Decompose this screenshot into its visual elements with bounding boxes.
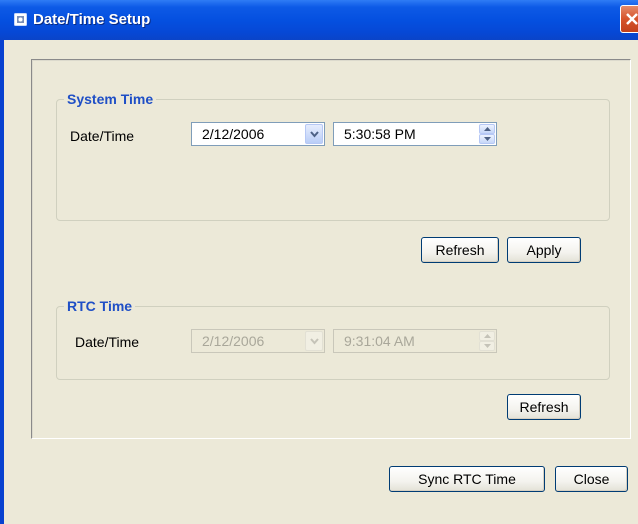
system-date-value: 2/12/2006: [202, 126, 265, 142]
system-time-spin: [479, 124, 495, 144]
spin-up-icon: [484, 334, 491, 338]
sync-rtc-time-button[interactable]: Sync RTC Time: [389, 466, 545, 492]
system-time-up-button[interactable]: [479, 124, 495, 134]
rtc-date-value: 2/12/2006: [202, 333, 265, 349]
rtc-date-dropdown-button: [305, 331, 323, 351]
rtc-time-down-button: [479, 341, 495, 351]
system-time-down-button[interactable]: [479, 134, 495, 144]
rtc-date-dropdown: 2/12/2006: [191, 329, 325, 353]
rtc-time-title: RTC Time: [64, 298, 136, 314]
spin-down-icon: [484, 137, 491, 141]
rtc-refresh-button[interactable]: Refresh: [507, 394, 581, 420]
window-icon: [14, 13, 27, 26]
system-time-title: System Time: [64, 91, 157, 107]
system-datetime-label: Date/Time: [70, 128, 135, 144]
title-bar[interactable]: Date/Time Setup: [0, 0, 638, 40]
chevron-down-icon: [310, 338, 319, 345]
rtc-time-value: 9:31:04 AM: [344, 333, 415, 349]
rtc-time-up-button: [479, 331, 495, 341]
rtc-time-stepper: 9:31:04 AM: [333, 329, 497, 353]
system-time-stepper[interactable]: 5:30:58 PM: [333, 122, 497, 146]
window-close-button[interactable]: [620, 5, 638, 33]
system-time-value: 5:30:58 PM: [344, 126, 416, 142]
rtc-datetime-label: Date/Time: [75, 334, 140, 350]
spin-down-icon: [484, 344, 491, 348]
system-date-dropdown[interactable]: 2/12/2006: [191, 122, 325, 146]
system-refresh-button[interactable]: Refresh: [421, 237, 499, 263]
system-time-group: [56, 99, 610, 221]
chevron-down-icon: [310, 131, 319, 138]
window-title: Date/Time Setup: [33, 11, 151, 28]
apply-button[interactable]: Apply: [507, 237, 581, 263]
system-date-dropdown-button[interactable]: [305, 124, 323, 144]
spin-up-icon: [484, 127, 491, 131]
close-button[interactable]: Close: [555, 466, 628, 492]
close-icon: [626, 13, 638, 25]
rtc-time-spin: [479, 331, 495, 351]
